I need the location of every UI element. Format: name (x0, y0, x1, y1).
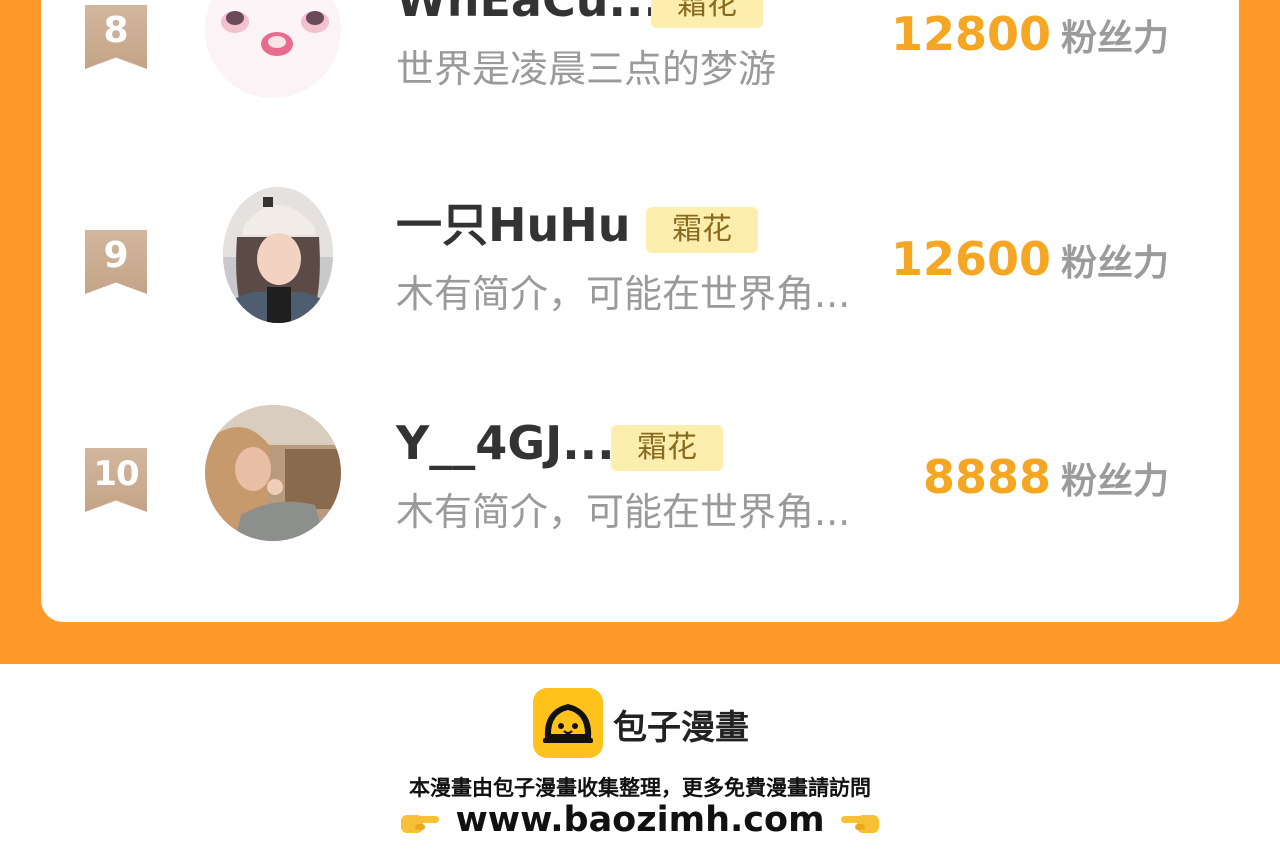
level-tag: 霜花 (646, 207, 758, 253)
rank-badge: 8 (85, 5, 147, 69)
ranking-row[interactable]: 10 Y__4GJ... 霜花 木有简介，可能在世界角... 8888 粉丝力 (41, 403, 1239, 543)
ranking-card: 8 WhEaCu... 霜花 世界是凌晨三点的梦游 12800 粉丝力 9 一只… (41, 0, 1239, 622)
fans-number: 8888 (922, 450, 1051, 504)
rank-badge: 9 (85, 230, 147, 294)
level-tag: 霜花 (651, 0, 763, 28)
fans-count: 8888 粉丝力 (923, 445, 1169, 509)
level-tag: 霜花 (611, 425, 723, 471)
avatar[interactable] (205, 0, 341, 98)
avatar[interactable] (205, 405, 341, 541)
avatar[interactable] (223, 187, 333, 323)
brand-name: 包子漫畫 (613, 708, 749, 748)
pointing-right-hand-icon (399, 806, 441, 836)
avatar-image (205, 0, 341, 98)
fans-unit: 粉丝力 (1060, 18, 1169, 59)
avatar-image (223, 187, 333, 323)
user-name[interactable]: 一只HuHu (396, 195, 631, 255)
user-bio: 世界是凌晨三点的梦游 (396, 47, 777, 91)
avatar-image (205, 405, 341, 541)
fans-unit: 粉丝力 (1060, 461, 1169, 502)
user-name[interactable]: Y__4GJ... (396, 413, 615, 473)
user-bio: 木有简介，可能在世界角... (396, 272, 851, 316)
bun-logo-icon (533, 688, 603, 758)
user-bio: 木有简介，可能在世界角... (396, 490, 851, 534)
url-line[interactable]: www.baozimh.com (0, 800, 1280, 840)
footer-notice: 本漫畫由包子漫畫收集整理，更多免費漫畫請訪問 (409, 776, 871, 800)
rank-badge: 10 (85, 448, 147, 512)
fans-number: 12600 (890, 232, 1051, 286)
brand[interactable]: 包子漫畫 (533, 688, 773, 758)
fans-number: 12800 (890, 7, 1051, 61)
fans-count: 12800 粉丝力 (891, 2, 1169, 66)
site-url[interactable]: www.baozimh.com (455, 800, 824, 840)
fans-unit: 粉丝力 (1060, 243, 1169, 284)
ranking-row[interactable]: 8 WhEaCu... 霜花 世界是凌晨三点的梦游 12800 粉丝力 (41, 0, 1239, 100)
pointing-left-hand-icon (839, 806, 881, 836)
ranking-row[interactable]: 9 一只HuHu 霜花 木有简介，可能在世界角... 12600 粉丝力 (41, 185, 1239, 325)
fans-count: 12600 粉丝力 (891, 227, 1169, 291)
user-name[interactable]: WhEaCu... (396, 0, 661, 30)
